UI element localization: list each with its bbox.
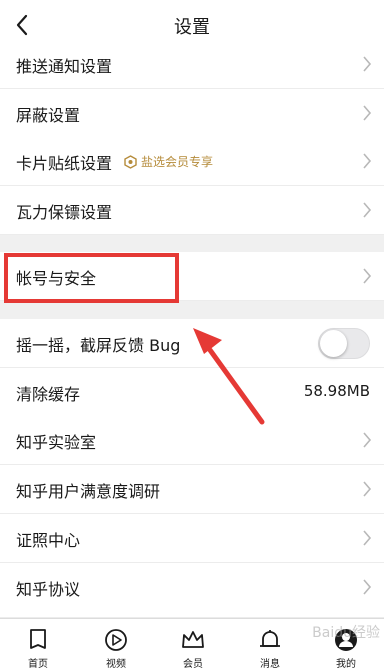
tab-label: 消息 bbox=[260, 659, 280, 670]
tab-label: 会员 bbox=[183, 659, 203, 670]
video-icon bbox=[105, 629, 127, 651]
row-label: 清除缓存 bbox=[16, 385, 81, 404]
row-label: 知乎协议 bbox=[16, 580, 81, 599]
row-label: 推送通知设置 bbox=[16, 57, 113, 76]
bell-icon bbox=[260, 630, 280, 647]
section-separator bbox=[0, 301, 384, 319]
page-title: 设置 bbox=[174, 17, 210, 38]
chevron-right-icon bbox=[363, 202, 372, 218]
tab-home[interactable]: 首页 bbox=[8, 619, 68, 671]
annotation-highlight-box bbox=[4, 253, 179, 303]
settings-row-wali-guard[interactable]: 瓦力保镖设置 bbox=[0, 186, 384, 235]
tab-member[interactable]: 会员 bbox=[163, 619, 223, 671]
settings-row-license-center[interactable]: 证照中心 bbox=[0, 514, 384, 563]
row-label: 瓦力保镖设置 bbox=[16, 203, 113, 222]
hexagon-vip-icon bbox=[124, 154, 137, 169]
section-separator bbox=[0, 235, 384, 252]
row-label: 知乎实验室 bbox=[16, 433, 97, 452]
row-label: 卡片贴纸设置 bbox=[16, 154, 113, 173]
row-label: 证照中心 bbox=[16, 531, 81, 550]
settings-row-satisfaction-survey[interactable]: 知乎用户满意度调研 bbox=[0, 465, 384, 514]
vip-badge-text: 盐选会员专享 bbox=[141, 155, 214, 169]
tab-label: 我的 bbox=[336, 659, 356, 670]
crown-icon bbox=[182, 631, 204, 648]
settings-row-push-notifications[interactable]: 推送通知设置 bbox=[0, 40, 384, 89]
tab-label: 首页 bbox=[28, 659, 48, 670]
shake-feedback-toggle[interactable] bbox=[318, 328, 370, 359]
chevron-right-icon bbox=[363, 153, 372, 169]
settings-row-block[interactable]: 屏蔽设置 bbox=[0, 89, 384, 138]
home-icon bbox=[30, 629, 46, 649]
chevron-right-icon bbox=[363, 579, 372, 595]
row-label: 知乎用户满意度调研 bbox=[16, 482, 161, 501]
settings-row-shake-feedback[interactable]: 摇一摇，截屏反馈 Bug bbox=[0, 319, 384, 368]
settings-row-clear-cache[interactable]: 清除缓存 58.98MB bbox=[0, 368, 384, 417]
row-label: 摇一摇，截屏反馈 Bug bbox=[16, 336, 181, 355]
watermark: Baidu经验 bbox=[312, 625, 380, 641]
chevron-right-icon bbox=[363, 530, 372, 546]
vip-badge: 盐选会员专享 bbox=[124, 153, 213, 170]
tab-messages[interactable]: 消息 bbox=[240, 619, 300, 671]
settings-row-zhihu-agreement[interactable]: 知乎协议 bbox=[0, 563, 384, 618]
chevron-right-icon bbox=[363, 432, 372, 448]
settings-row-zhihu-lab[interactable]: 知乎实验室 bbox=[0, 416, 384, 465]
chevron-right-icon bbox=[363, 481, 372, 497]
chevron-right-icon bbox=[363, 105, 372, 121]
toggle-knob bbox=[320, 330, 347, 357]
settings-row-card-stickers[interactable]: 卡片贴纸设置 盐选会员专享 bbox=[0, 137, 384, 186]
chevron-right-icon bbox=[363, 56, 372, 72]
cache-size-value: 58.98MB bbox=[303, 382, 370, 400]
chevron-right-icon bbox=[363, 268, 372, 284]
row-label: 屏蔽设置 bbox=[16, 106, 81, 125]
tab-label: 视频 bbox=[106, 659, 126, 670]
tab-video[interactable]: 视频 bbox=[86, 619, 146, 671]
